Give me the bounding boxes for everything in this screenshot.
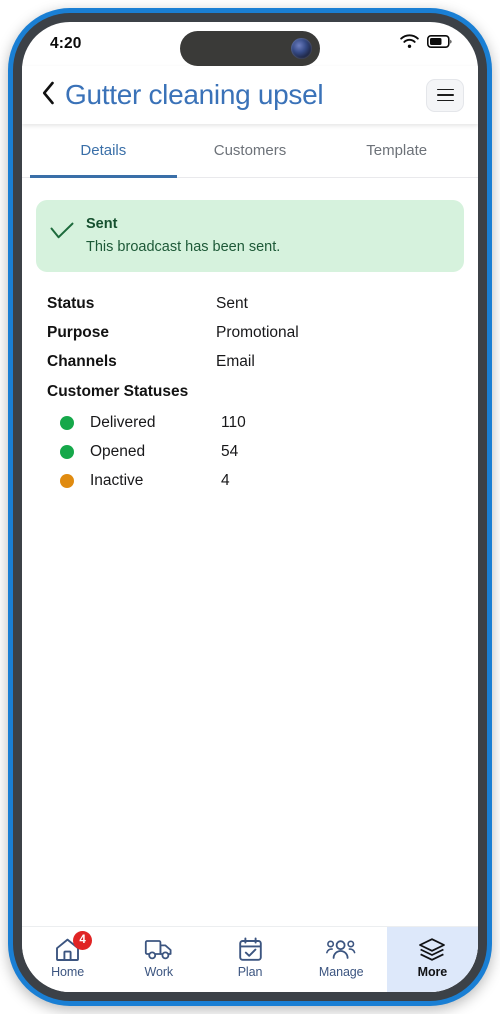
phone-bezel: 4:20 Gutter cleaning upsel Details Custo… xyxy=(13,13,487,1001)
detail-value-purpose: Promotional xyxy=(216,324,299,341)
status-count-inactive: 4 xyxy=(221,472,230,489)
phone-screen: 4:20 Gutter cleaning upsel Details Custo… xyxy=(22,22,478,992)
tab-bar: Details Customers Template xyxy=(22,124,478,178)
status-bar-indicators xyxy=(400,34,452,54)
page-title: Gutter cleaning upsel xyxy=(65,79,324,110)
layers-icon xyxy=(418,936,446,962)
front-camera-icon xyxy=(291,38,312,59)
detail-value-status: Sent xyxy=(216,295,248,312)
battery-icon xyxy=(427,35,452,53)
nav-label-plan: Plan xyxy=(237,965,263,979)
sent-status-banner: Sent This broadcast has been sent. xyxy=(36,200,464,272)
tab-details-label: Details xyxy=(80,142,127,159)
detail-row-status: Status Sent xyxy=(36,290,464,319)
customer-statuses-list: Delivered 110 Opened 54 Inactive 4 xyxy=(36,409,464,496)
status-row-inactive: Inactive 4 xyxy=(36,467,464,496)
tab-template[interactable]: Template xyxy=(323,124,470,177)
nav-item-manage[interactable]: Manage xyxy=(296,927,387,992)
status-dot-delivered xyxy=(60,416,74,430)
home-icon: 4 xyxy=(54,931,93,962)
nav-label-home: Home xyxy=(51,965,85,979)
detail-row-channels: Channels Email xyxy=(36,348,464,377)
hamburger-menu-button[interactable] xyxy=(426,78,464,112)
status-row-opened: Opened 54 xyxy=(36,438,464,467)
customer-statuses-heading: Customer Statuses xyxy=(47,383,189,400)
status-count-opened: 54 xyxy=(221,443,239,460)
back-button[interactable] xyxy=(34,78,62,112)
nav-item-plan[interactable]: Plan xyxy=(204,927,295,992)
wifi-icon xyxy=(400,34,419,54)
detail-label-purpose: Purpose xyxy=(47,324,110,341)
tab-template-label: Template xyxy=(366,142,428,159)
app-header: Gutter cleaning upsel xyxy=(22,66,478,124)
tab-customers[interactable]: Customers xyxy=(177,124,324,177)
sent-banner-title: Sent xyxy=(86,216,118,232)
people-group-icon xyxy=(326,936,356,962)
phone-frame: 4:20 Gutter cleaning upsel Details Custo… xyxy=(8,8,492,1006)
calendar-check-icon xyxy=(238,936,263,962)
status-dot-inactive xyxy=(60,474,74,488)
status-name-opened: Opened xyxy=(90,443,146,460)
status-bar-time: 4:20 xyxy=(50,35,82,52)
home-badge-count: 4 xyxy=(73,931,93,950)
sent-banner-message: This broadcast has been sent. xyxy=(86,239,281,255)
hamburger-menu-icon-line2 xyxy=(436,94,454,96)
status-name-delivered: Delivered xyxy=(90,414,156,431)
status-row-delivered: Delivered 110 xyxy=(36,409,464,438)
tab-details[interactable]: Details xyxy=(30,124,177,178)
check-icon xyxy=(50,222,74,245)
status-dot-opened xyxy=(60,445,74,459)
detail-list: Status Sent Purpose Promotional Channels… xyxy=(36,290,464,496)
tab-customers-label: Customers xyxy=(213,142,287,159)
nav-label-manage: Manage xyxy=(318,965,364,979)
hamburger-menu-icon xyxy=(436,88,454,91)
details-panel: Sent This broadcast has been sent. Statu… xyxy=(22,178,478,926)
status-count-delivered: 110 xyxy=(221,414,246,431)
detail-label-status: Status xyxy=(47,295,95,312)
hamburger-menu-icon-line3 xyxy=(436,99,454,102)
nav-item-home[interactable]: 4 Home xyxy=(22,927,113,992)
detail-label-channels: Channels xyxy=(47,353,117,370)
nav-label-more: More xyxy=(417,965,448,979)
bottom-navigation-bar: 4 Home Work Plan Manage More xyxy=(22,926,478,992)
status-name-inactive: Inactive xyxy=(90,472,144,489)
dynamic-island xyxy=(180,31,320,66)
nav-label-work: Work xyxy=(144,965,174,979)
chevron-left-icon xyxy=(41,81,56,110)
nav-item-work[interactable]: Work xyxy=(113,927,204,992)
sent-banner-text: Sent This broadcast has been sent. xyxy=(86,216,280,255)
status-bar: 4:20 xyxy=(22,22,478,66)
detail-row-purpose: Purpose Promotional xyxy=(36,319,464,348)
detail-value-channels: Email xyxy=(216,353,255,370)
truck-icon xyxy=(144,936,173,962)
nav-item-more[interactable]: More xyxy=(386,927,478,992)
